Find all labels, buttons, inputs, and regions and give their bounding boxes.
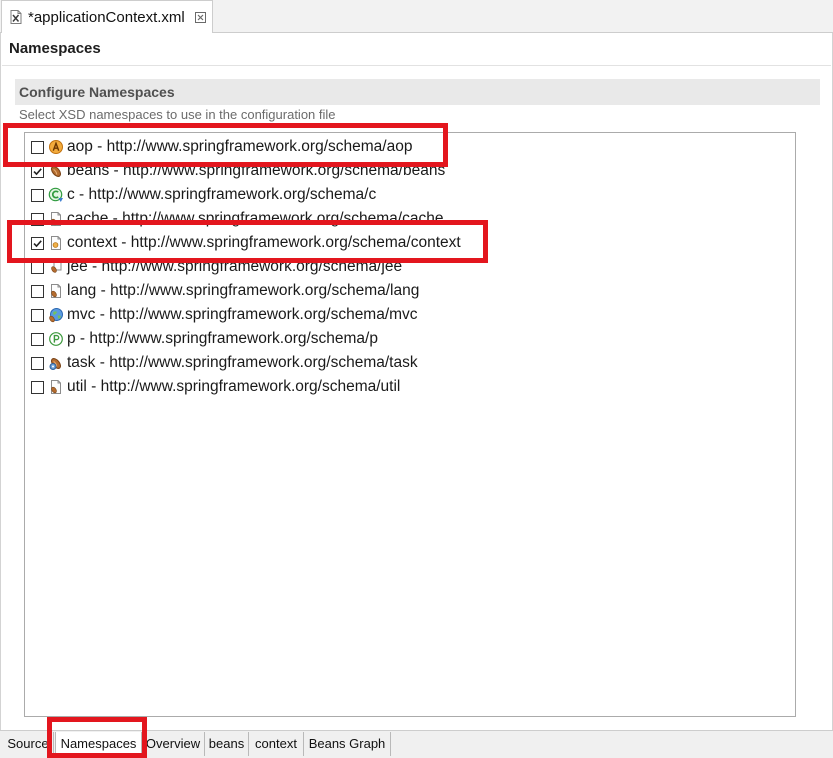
namespace-label: beans - http://www.springframework.org/s… [67, 162, 446, 179]
tab-source[interactable]: Source [3, 732, 54, 756]
namespace-label: task - http://www.springframework.org/sc… [67, 354, 418, 371]
namespace-checkbox[interactable] [31, 285, 44, 298]
namespace-row[interactable]: p - http://www.springframework.org/schem… [25, 327, 795, 351]
tab-context[interactable]: context [249, 732, 304, 756]
close-icon[interactable] [195, 12, 206, 23]
xml-file-icon [8, 9, 24, 25]
bean-icon [48, 163, 64, 179]
namespace-checkbox[interactable] [31, 237, 44, 250]
editor-tab-title: *applicationContext.xml [28, 9, 185, 26]
c-badge-icon [48, 187, 64, 203]
namespace-row[interactable]: jee - http://www.springframework.org/sch… [25, 255, 795, 279]
namespace-row[interactable]: c - http://www.springframework.org/schem… [25, 183, 795, 207]
mvc-globe-icon [48, 307, 64, 323]
namespace-checkbox[interactable] [31, 333, 44, 346]
namespace-row[interactable]: context - http://www.springframework.org… [25, 231, 795, 255]
namespace-label: p - http://www.springframework.org/schem… [67, 330, 378, 347]
tab-namespaces[interactable]: Namespaces [55, 732, 142, 756]
tab-beans-graph[interactable]: Beans Graph [304, 732, 391, 756]
editor-tab-bar: *applicationContext.xml [0, 0, 833, 33]
namespace-list[interactable]: aop - http://www.springframework.org/sch… [24, 132, 796, 717]
namespace-checkbox[interactable] [31, 213, 44, 226]
namespaces-page: Namespaces Configure Namespaces Select X… [0, 33, 833, 730]
cache-document-icon [48, 211, 64, 227]
namespace-label: c - http://www.springframework.org/schem… [67, 186, 377, 203]
namespace-row[interactable]: util - http://www.springframework.org/sc… [25, 375, 795, 399]
section-description: Select XSD namespaces to use in the conf… [19, 107, 336, 122]
util-document-icon [48, 379, 64, 395]
namespace-row[interactable]: mvc - http://www.springframework.org/sch… [25, 303, 795, 327]
namespace-checkbox[interactable] [31, 381, 44, 394]
check-mark-icon [33, 240, 42, 248]
tab-beans[interactable]: beans [205, 732, 249, 756]
namespace-label: mvc - http://www.springframework.org/sch… [67, 306, 418, 323]
page-tab-bar: Source Namespaces Overview beans context… [0, 730, 833, 758]
section-title: Configure Namespaces [19, 84, 175, 100]
namespace-row[interactable]: aop - http://www.springframework.org/sch… [25, 135, 795, 159]
check-mark-icon [33, 168, 42, 176]
namespace-row[interactable]: cache - http://www.springframework.org/s… [25, 207, 795, 231]
namespace-row[interactable]: task - http://www.springframework.org/sc… [25, 351, 795, 375]
namespace-label: lang - http://www.springframework.org/sc… [67, 282, 420, 299]
lang-document-icon [48, 283, 64, 299]
namespace-label: jee - http://www.springframework.org/sch… [67, 258, 403, 275]
page-title: Namespaces [9, 40, 101, 57]
jee-bean-icon [48, 259, 64, 275]
namespace-label: util - http://www.springframework.org/sc… [67, 378, 401, 395]
title-divider [2, 65, 831, 66]
namespace-row[interactable]: lang - http://www.springframework.org/sc… [25, 279, 795, 303]
namespace-label: context - http://www.springframework.org… [67, 234, 461, 251]
namespace-checkbox[interactable] [31, 141, 44, 154]
tab-overview[interactable]: Overview [142, 732, 205, 756]
namespace-checkbox[interactable] [31, 261, 44, 274]
aop-badge-icon [48, 139, 64, 155]
namespace-checkbox[interactable] [31, 357, 44, 370]
task-bean-icon [48, 355, 64, 371]
namespace-label: aop - http://www.springframework.org/sch… [67, 138, 413, 155]
section-header: Configure Namespaces [15, 79, 820, 105]
editor-tab[interactable]: *applicationContext.xml [1, 0, 213, 33]
p-badge-icon [48, 331, 64, 347]
namespace-checkbox[interactable] [31, 309, 44, 322]
namespace-label: cache - http://www.springframework.org/s… [67, 210, 444, 227]
namespace-checkbox[interactable] [31, 189, 44, 202]
namespace-checkbox[interactable] [31, 165, 44, 178]
namespace-row[interactable]: beans - http://www.springframework.org/s… [25, 159, 795, 183]
context-document-icon [48, 235, 64, 251]
